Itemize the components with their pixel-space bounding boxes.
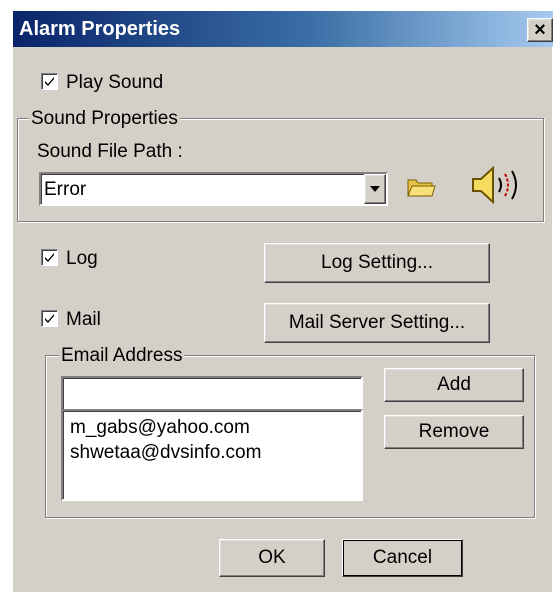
log-checkbox[interactable] xyxy=(41,249,58,266)
folder-icon[interactable] xyxy=(406,176,436,198)
sound-file-value: Error xyxy=(44,179,87,200)
sound-file-select[interactable]: Error xyxy=(39,172,388,206)
window-title: Alarm Properties xyxy=(19,18,181,40)
add-label: Add xyxy=(437,374,471,395)
log-label: Log xyxy=(66,248,98,269)
alarm-properties-dialog: Alarm Properties × Play Sound Sound Prop… xyxy=(12,10,553,592)
close-button[interactable]: × xyxy=(527,18,553,42)
add-button[interactable]: Add xyxy=(384,368,524,402)
sound-properties-group xyxy=(17,118,544,222)
email-input[interactable] xyxy=(61,376,363,412)
mail-server-setting-button[interactable]: Mail Server Setting... xyxy=(264,303,490,343)
ok-button[interactable]: OK xyxy=(219,539,325,577)
log-setting-label: Log Setting... xyxy=(321,252,433,273)
email-address-legend: Email Address xyxy=(59,345,185,367)
ok-label: OK xyxy=(258,547,286,568)
checkmark-icon xyxy=(45,77,54,86)
mail-checkbox[interactable] xyxy=(41,310,58,327)
sound-properties-legend: Sound Properties xyxy=(29,108,180,130)
list-item[interactable]: m_gabs@yahoo.com xyxy=(70,417,250,439)
email-list[interactable]: m_gabs@yahoo.com shwetaa@dvsinfo.com xyxy=(61,409,363,501)
checkmark-icon xyxy=(45,253,54,262)
list-item[interactable]: shwetaa@dvsinfo.com xyxy=(70,442,261,464)
play-sound-label: Play Sound xyxy=(66,72,164,93)
sound-file-path-label: Sound File Path : xyxy=(37,141,183,162)
remove-label: Remove xyxy=(418,421,490,442)
checkmark-icon xyxy=(45,314,54,323)
speaker-icon[interactable] xyxy=(469,165,531,205)
cancel-button[interactable]: Cancel xyxy=(342,539,463,577)
close-icon: × xyxy=(534,18,546,41)
remove-button[interactable]: Remove xyxy=(384,415,524,449)
play-sound-checkbox[interactable] xyxy=(41,73,58,90)
mail-server-setting-label: Mail Server Setting... xyxy=(288,312,466,333)
log-setting-button[interactable]: Log Setting... xyxy=(264,243,490,283)
title-bar[interactable]: Alarm Properties × xyxy=(13,11,553,47)
chevron-down-icon xyxy=(370,186,380,192)
cancel-label: Cancel xyxy=(372,547,433,568)
dropdown-button[interactable] xyxy=(364,174,386,204)
mail-label: Mail xyxy=(66,309,101,330)
